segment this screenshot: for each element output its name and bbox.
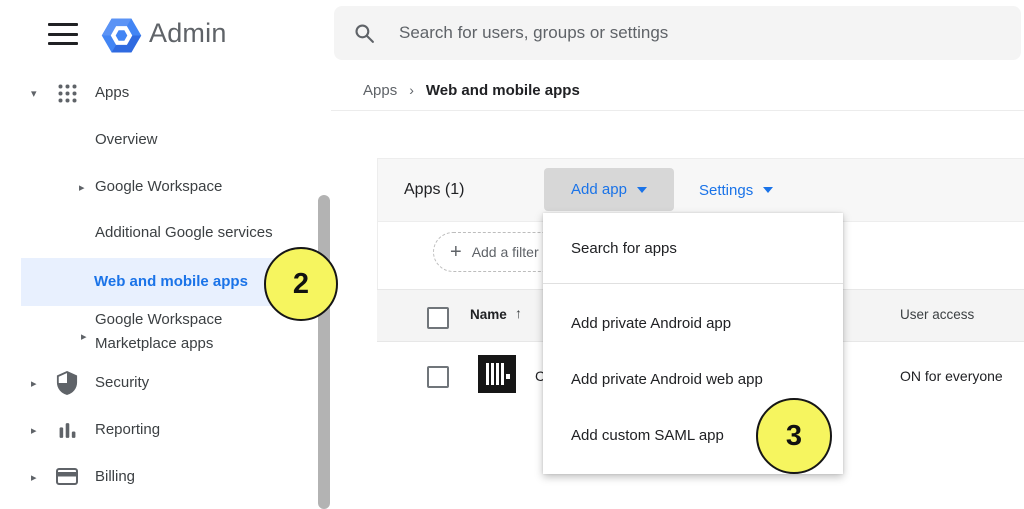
sidebar-item-google-workspace[interactable]: Google Workspace — [95, 178, 222, 195]
header-divider — [331, 110, 1024, 111]
sidebar-item-google-workspace-marketplace-apps[interactable]: Google Workspace Marketplace apps — [95, 308, 275, 356]
column-header-name[interactable]: Name — [470, 307, 507, 322]
apps-grid-icon — [57, 83, 78, 104]
select-all-checkbox[interactable] — [427, 307, 449, 329]
add-app-button-label: Add app — [571, 181, 627, 198]
search-input[interactable] — [397, 22, 961, 44]
shield-icon — [56, 371, 78, 395]
marketplace-apps-caret-icon[interactable]: ▸ — [81, 327, 87, 345]
sidebar-scrollbar[interactable] — [318, 195, 330, 509]
sidebar-item-security[interactable]: Security — [95, 374, 149, 391]
add-app-button[interactable]: Add app — [544, 168, 674, 211]
settings-button-label: Settings — [699, 182, 753, 199]
app-logo-icon — [478, 355, 516, 393]
plus-icon: + — [450, 241, 462, 264]
breadcrumb-current: Web and mobile apps — [426, 82, 580, 99]
hamburger-menu-button[interactable] — [48, 23, 78, 45]
column-header-user-access[interactable]: User access — [900, 307, 974, 322]
billing-caret-icon[interactable]: ▸ — [31, 468, 37, 486]
product-name: Admin — [149, 18, 227, 49]
sidebar-item-billing[interactable]: Billing — [95, 468, 135, 485]
settings-button[interactable]: Settings — [699, 182, 773, 199]
google-workspace-caret-icon[interactable]: ▸ — [79, 178, 85, 196]
breadcrumb: Apps › Web and mobile apps — [363, 80, 580, 100]
row-checkbox[interactable] — [427, 366, 449, 388]
list-title: Apps (1) — [404, 181, 464, 199]
bar-chart-icon — [58, 421, 77, 440]
sidebar-item-additional-google-services[interactable]: Additional Google services — [95, 224, 273, 241]
hamburger-menu-icon — [48, 23, 78, 26]
reporting-caret-icon[interactable]: ▸ — [31, 421, 37, 439]
sidebar-item-apps[interactable]: Apps — [95, 84, 129, 101]
step-2-badge: 2 — [264, 247, 338, 321]
sidebar-item-reporting[interactable]: Reporting — [95, 421, 160, 438]
chevron-down-icon — [763, 187, 773, 193]
chevron-down-icon — [637, 187, 647, 193]
global-search-bar[interactable] — [334, 6, 1021, 60]
sort-ascending-icon[interactable]: ↑ — [515, 305, 522, 321]
sidebar-item-overview[interactable]: Overview — [95, 131, 158, 148]
apps-expand-caret-icon[interactable]: ▾ — [31, 84, 37, 102]
breadcrumb-separator: › — [409, 82, 414, 98]
google-admin-logo-icon — [100, 14, 143, 57]
user-access-value: ON for everyone — [900, 368, 1003, 384]
admin-console: Admin Apps › Web and mobile apps ▾ Apps … — [0, 0, 1024, 509]
security-caret-icon[interactable]: ▸ — [31, 374, 37, 392]
menu-item-search-for-apps[interactable]: Search for apps — [543, 213, 843, 283]
menu-item-add-private-android-app[interactable]: Add private Android app — [543, 295, 843, 351]
step-3-badge: 3 — [756, 398, 832, 474]
credit-card-icon — [56, 468, 78, 485]
search-icon — [354, 23, 375, 44]
add-filter-label: Add a filter — [472, 244, 539, 260]
sidebar-item-web-and-mobile-apps[interactable]: Web and mobile apps — [94, 273, 248, 290]
breadcrumb-apps-link[interactable]: Apps — [363, 82, 397, 99]
